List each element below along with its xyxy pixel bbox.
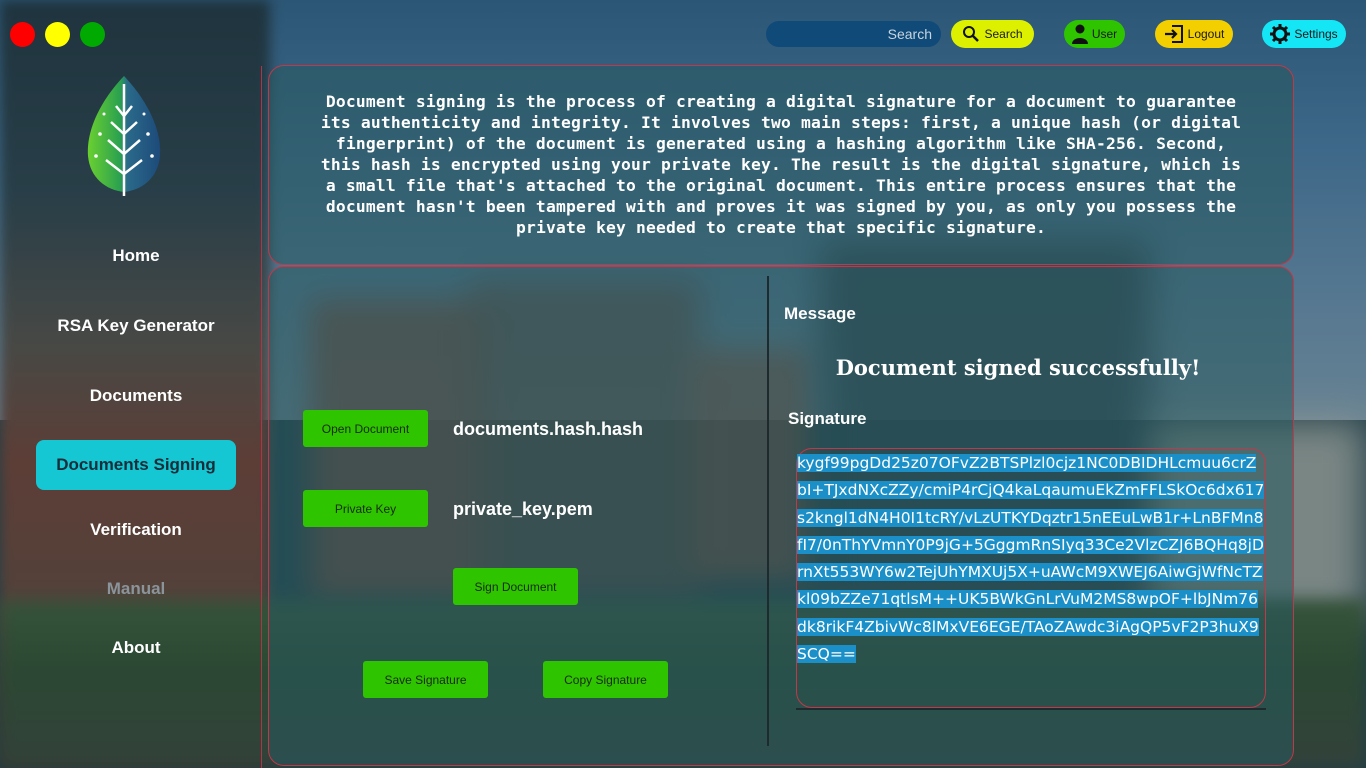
sidebar-item-label: Verification [90, 520, 182, 539]
sidebar-divider [261, 66, 262, 768]
user-icon [1071, 24, 1088, 44]
logout-button[interactable]: Logout [1155, 20, 1233, 48]
sidebar-item-label: Documents [89, 386, 183, 405]
minimize-window-button[interactable] [45, 22, 70, 47]
description-line: its authenticity and integrity. It invol… [320, 113, 1242, 132]
logout-button-label: Logout [1187, 27, 1225, 41]
sidebar-item-home[interactable]: Home [36, 231, 236, 281]
description-line: Document signing is the process of creat… [325, 92, 1237, 111]
private-key-button[interactable]: Private Key [303, 490, 428, 527]
private-key-file-name: private_key.pem [453, 499, 593, 519]
description-line: this hash is encrypted using your privat… [320, 155, 1242, 174]
open-document-button[interactable]: Open Document [303, 410, 428, 447]
description-text: Document signing is the process of creat… [282, 91, 1280, 238]
user-button-label: User [1091, 27, 1118, 41]
copy-signature-button[interactable]: Copy Signature [543, 661, 668, 698]
maximize-window-button[interactable] [80, 22, 105, 47]
signature-heading: Signature [788, 409, 867, 428]
description-line: private key needed to create that specif… [515, 218, 1047, 237]
sidebar-item-label: Home [112, 246, 160, 265]
message-heading: Message [784, 304, 856, 323]
window-controls [10, 22, 105, 47]
search-icon [963, 26, 980, 42]
description-line: document hasn't been tampered with and p… [325, 197, 1237, 216]
description-line: a small file that's attached to the orig… [325, 176, 1237, 195]
sidebar-item-about[interactable]: About [36, 623, 236, 673]
signature-value: kygf99pgDd25z07OFvZ2BTSPlzl0cjz1NC0DBIDH… [797, 454, 1265, 664]
search-button[interactable]: Search [951, 20, 1034, 48]
sign-document-button[interactable]: Sign Document [453, 568, 578, 605]
sidebar-item-label: Documents Signing [56, 455, 216, 474]
sidebar-item-label: RSA Key Generator [57, 316, 215, 335]
sidebar-item-manual: Manual [36, 564, 236, 614]
sidebar-item-label: About [111, 638, 161, 657]
sidebar-item-verification[interactable]: Verification [36, 505, 236, 555]
sidebar-item-rsa-key-generator[interactable]: RSA Key Generator [36, 301, 236, 351]
document-file-name: documents.hash.hash [453, 419, 644, 439]
logout-icon [1164, 25, 1183, 43]
signature-text[interactable]: kygf99pgDd25z07OFvZ2BTSPlzl0cjz1NC0DBIDH… [797, 450, 1265, 668]
sidebar-item-documents[interactable]: Documents [36, 371, 236, 421]
save-signature-button[interactable]: Save Signature [363, 661, 488, 698]
status-message: Document signed successfully! [835, 355, 1201, 380]
description-line: fingerprint) of the document is generate… [335, 134, 1227, 153]
signature-underline [796, 708, 1266, 710]
search-input[interactable] [766, 21, 941, 47]
gear-icon [1270, 24, 1291, 44]
settings-button[interactable]: Settings [1262, 20, 1346, 48]
sidebar-item-documents-signing[interactable]: Documents Signing [36, 440, 236, 490]
panel-divider [767, 276, 769, 746]
settings-button-label: Settings [1294, 27, 1338, 41]
leaf-circuit-logo [87, 76, 161, 196]
user-button[interactable]: User [1064, 20, 1125, 48]
search-button-label: Search [984, 27, 1023, 41]
close-window-button[interactable] [10, 22, 35, 47]
sidebar-item-label: Manual [106, 579, 166, 598]
